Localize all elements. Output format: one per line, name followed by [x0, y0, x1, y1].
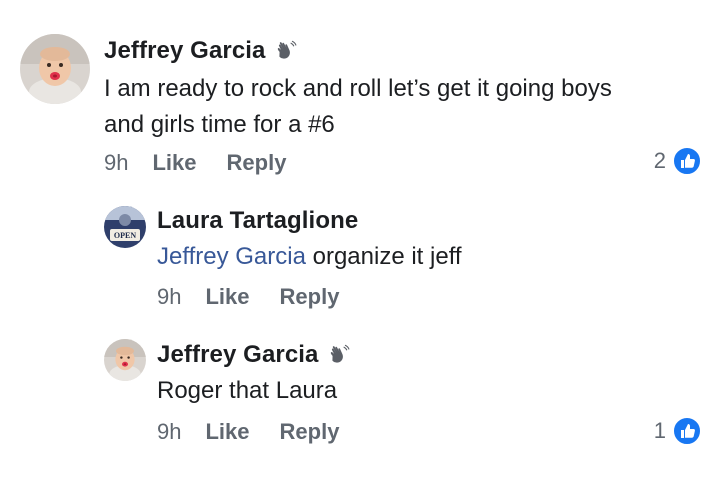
reply-button[interactable]: Reply	[280, 284, 340, 310]
like-button[interactable]: Like	[205, 284, 249, 310]
timestamp[interactable]: 9h	[104, 150, 128, 176]
author-name[interactable]: Laura Tartaglione	[157, 207, 358, 235]
comment-text: Roger that Laura	[157, 377, 338, 404]
waving-hand-icon	[328, 344, 350, 366]
reaction-count[interactable]: 1	[654, 416, 702, 446]
comment-text-line: and girls time for a #6	[104, 111, 335, 138]
avatar[interactable]	[20, 34, 90, 104]
avatar[interactable]	[104, 339, 146, 381]
waving-hand-icon	[275, 40, 297, 62]
reply-button[interactable]: Reply	[280, 419, 340, 445]
baby-photo-icon	[104, 339, 146, 381]
timestamp[interactable]: 9h	[157, 284, 181, 310]
comment-text-line: I am ready to rock and roll let’s get it…	[104, 75, 612, 102]
comment-actions: 9h Like Reply	[157, 419, 339, 445]
reaction-count-number: 2	[653, 148, 666, 173]
baby-photo-icon	[20, 34, 90, 104]
timestamp[interactable]: 9h	[157, 419, 181, 445]
open-sign-text: OPEN	[114, 231, 136, 240]
author-name[interactable]: Jeffrey Garcia	[104, 37, 266, 65]
like-button[interactable]: Like	[205, 419, 249, 445]
comment-actions: 9h Like Reply	[104, 150, 286, 176]
like-thumb-icon	[672, 146, 702, 176]
reaction-count[interactable]: 2	[654, 146, 702, 176]
author-name[interactable]: Jeffrey Garcia	[157, 341, 319, 369]
comment-text: I am ready to rock and roll let’s get it…	[104, 71, 612, 143]
comment-actions: 9h Like Reply	[157, 284, 339, 310]
profile-photo-icon: OPEN	[104, 206, 146, 248]
comment-text: Jeffrey Garcia organize it jeff	[157, 239, 462, 275]
mention-link[interactable]: Jeffrey Garcia	[157, 243, 306, 270]
comment-thread: Jeffrey Garcia I am ready to rock and ro…	[0, 0, 720, 493]
like-thumb-icon	[672, 416, 702, 446]
avatar[interactable]: OPEN	[104, 206, 146, 248]
reaction-count-number: 1	[653, 418, 666, 443]
like-button[interactable]: Like	[152, 150, 196, 176]
reply-button[interactable]: Reply	[227, 150, 287, 176]
comment-text-body: organize it jeff	[305, 243, 462, 270]
